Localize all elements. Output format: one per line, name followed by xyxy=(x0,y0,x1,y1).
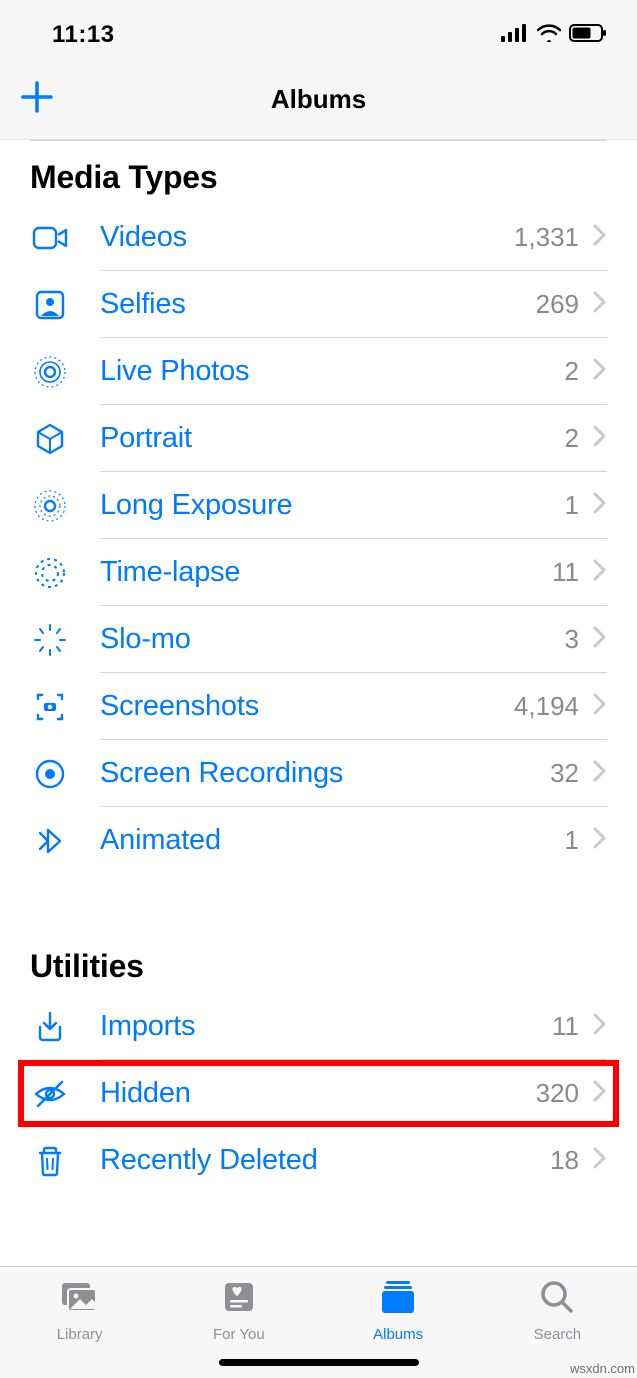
row-count: 269 xyxy=(536,289,579,320)
add-button[interactable] xyxy=(18,78,56,121)
row-count: 32 xyxy=(550,758,579,789)
row-label: Long Exposure xyxy=(100,489,565,522)
row-screenshots[interactable]: Screenshots4,194 xyxy=(30,673,607,740)
signal-icon xyxy=(501,24,529,47)
row-slo-mo[interactable]: Slo-mo3 xyxy=(30,606,607,673)
content[interactable]: Media Types Videos1,331 Selfies269 Live … xyxy=(0,140,637,1266)
row-count: 11 xyxy=(552,557,579,588)
chevron-right-icon xyxy=(593,224,607,251)
row-count: 2 xyxy=(565,423,579,454)
row-label: Recently Deleted xyxy=(100,1144,550,1177)
chevron-right-icon xyxy=(593,1147,607,1174)
selfie-icon xyxy=(30,285,100,325)
row-count: 11 xyxy=(552,1011,579,1042)
row-count: 1 xyxy=(565,825,579,856)
row-count: 1,331 xyxy=(514,222,579,253)
chevron-right-icon xyxy=(593,626,607,653)
row-label: Portrait xyxy=(100,422,565,455)
tab-label: Search xyxy=(534,1326,582,1343)
row-selfies[interactable]: Selfies269 xyxy=(30,271,607,338)
row-imports[interactable]: Imports11 xyxy=(30,993,607,1060)
section-header-utilities: Utilities xyxy=(30,948,607,985)
chevron-right-icon xyxy=(593,760,607,787)
row-screen-recordings[interactable]: Screen Recordings32 xyxy=(30,740,607,807)
row-label: Live Photos xyxy=(100,355,565,388)
page-title: Albums xyxy=(0,84,637,115)
chevron-right-icon xyxy=(593,425,607,452)
tab-for-you[interactable]: For You xyxy=(159,1277,318,1343)
media-types-list: Videos1,331 Selfies269 Live Photos2 Port… xyxy=(30,204,607,874)
slo-mo-icon xyxy=(30,620,100,660)
tab-search[interactable]: Search xyxy=(478,1277,637,1343)
row-count: 1 xyxy=(565,490,579,521)
status-indicators xyxy=(501,24,607,47)
tab-albums[interactable]: Albums xyxy=(319,1277,478,1343)
video-icon xyxy=(30,218,100,258)
section-media-types: Media Types Videos1,331 Selfies269 Live … xyxy=(0,159,637,874)
chevron-right-icon xyxy=(593,559,607,586)
section-utilities: Utilities Imports11 Hidden320 Recently D… xyxy=(0,948,637,1194)
row-long-exposure[interactable]: Long Exposure1 xyxy=(30,472,607,539)
section-header-media-types: Media Types xyxy=(30,159,607,196)
chevron-right-icon xyxy=(593,827,607,854)
row-recently-deleted[interactable]: Recently Deleted18 xyxy=(30,1127,607,1194)
screen-recordings-icon xyxy=(30,754,100,794)
tab-library[interactable]: Library xyxy=(0,1277,159,1343)
library-icon xyxy=(58,1277,102,1322)
row-label: Slo-mo xyxy=(100,623,565,656)
imports-icon xyxy=(30,1007,100,1047)
chevron-right-icon xyxy=(593,1080,607,1107)
chevron-right-icon xyxy=(593,1013,607,1040)
search-icon xyxy=(537,1277,577,1322)
status-time: 11:13 xyxy=(52,21,115,49)
row-count: 3 xyxy=(565,624,579,655)
long-exposure-icon xyxy=(30,486,100,526)
row-label: Hidden xyxy=(100,1077,536,1110)
row-animated[interactable]: Animated1 xyxy=(30,807,607,874)
tab-label: Library xyxy=(57,1326,103,1343)
tab-label: Albums xyxy=(373,1326,423,1343)
row-portrait[interactable]: Portrait2 xyxy=(30,405,607,472)
row-live-photos[interactable]: Live Photos2 xyxy=(30,338,607,405)
nav-header: Albums xyxy=(0,60,637,140)
hidden-icon xyxy=(30,1074,100,1114)
row-label: Imports xyxy=(100,1010,552,1043)
row-label: Screenshots xyxy=(100,690,514,723)
time-lapse-icon xyxy=(30,553,100,593)
row-count: 4,194 xyxy=(514,691,579,722)
row-label: Videos xyxy=(100,221,514,254)
battery-icon xyxy=(569,24,607,47)
home-indicator[interactable] xyxy=(219,1359,419,1366)
plus-icon xyxy=(18,78,56,116)
utilities-list: Imports11 Hidden320 Recently Deleted18 xyxy=(30,993,607,1194)
row-time-lapse[interactable]: Time-lapse11 xyxy=(30,539,607,606)
for-you-icon xyxy=(219,1277,259,1322)
status-bar: 11:13 xyxy=(0,0,637,60)
chevron-right-icon xyxy=(593,492,607,519)
row-label: Time-lapse xyxy=(100,556,552,589)
row-count: 2 xyxy=(565,356,579,387)
trash-icon xyxy=(30,1141,100,1181)
portrait-icon xyxy=(30,419,100,459)
chevron-right-icon xyxy=(593,358,607,385)
row-count: 320 xyxy=(536,1078,579,1109)
row-label: Screen Recordings xyxy=(100,757,550,790)
chevron-right-icon xyxy=(593,693,607,720)
row-count: 18 xyxy=(550,1145,579,1176)
wifi-icon xyxy=(537,24,561,47)
row-hidden[interactable]: Hidden320 xyxy=(18,1060,619,1127)
screenshots-icon xyxy=(30,687,100,727)
watermark: wsxdn.com xyxy=(570,1361,635,1376)
chevron-right-icon xyxy=(593,291,607,318)
tab-label: For You xyxy=(213,1326,265,1343)
row-label: Selfies xyxy=(100,288,536,321)
row-videos[interactable]: Videos1,331 xyxy=(30,204,607,271)
live-photos-icon xyxy=(30,352,100,392)
albums-icon xyxy=(376,1277,420,1322)
row-label: Animated xyxy=(100,824,565,857)
animated-icon xyxy=(30,821,100,861)
